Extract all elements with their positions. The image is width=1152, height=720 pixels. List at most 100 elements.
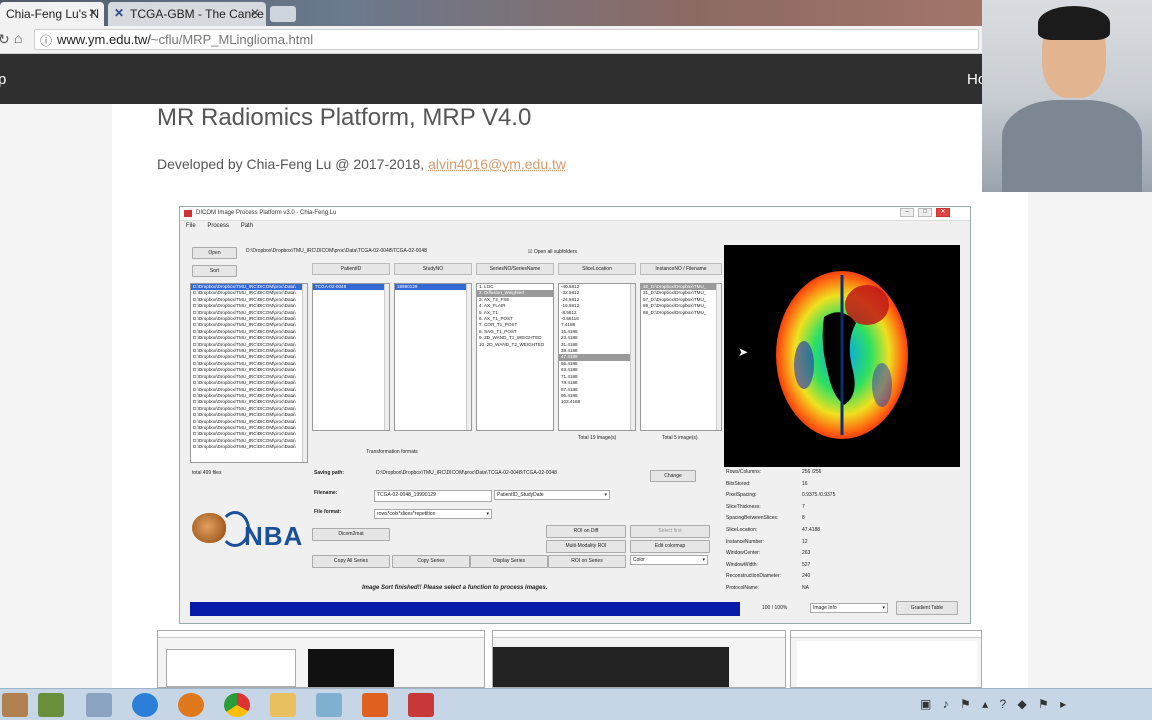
info-key: WindowWidth: bbox=[726, 561, 758, 568]
list-item[interactable]: D:\Dropbox\Dropbox\TMU_IRC\DICOM\proc\Da… bbox=[191, 322, 307, 328]
image-info-select[interactable]: Image Info ▾ bbox=[810, 603, 888, 613]
reload-icon[interactable]: ↻ bbox=[0, 31, 10, 48]
maximize-icon[interactable]: □ bbox=[918, 208, 932, 217]
roi-on-series-button[interactable]: ROI on Series bbox=[548, 555, 626, 568]
home-icon[interactable]: ⌂ bbox=[14, 30, 22, 46]
color-select[interactable]: Color ▾ bbox=[630, 555, 708, 565]
gradient-table-button[interactable]: Gradient Table bbox=[896, 601, 958, 615]
list-item[interactable]: D:\Dropbox\Dropbox\TMU_IRC\DICOM\proc\Da… bbox=[191, 335, 307, 341]
chevron-down-icon: ▾ bbox=[702, 557, 705, 563]
webcam-overlay bbox=[982, 0, 1152, 192]
open-button[interactable]: Open bbox=[192, 247, 237, 259]
tab-chia-feng-lu[interactable]: Chia-Feng Lu's N ✕ bbox=[0, 2, 104, 26]
patient-scrollbar[interactable] bbox=[384, 284, 389, 430]
close-tab-icon[interactable]: ✕ bbox=[88, 6, 98, 20]
edit-colormap-button[interactable]: Edit colormap bbox=[630, 540, 710, 553]
list-item[interactable]: 103.4188 bbox=[559, 399, 635, 405]
list-item[interactable]: 88_D:\Dropbox\Dropbox\TMU_ bbox=[641, 310, 721, 316]
transformation-formats: Transformation formats bbox=[312, 447, 472, 459]
info-value: 263 bbox=[802, 550, 811, 557]
files-list[interactable]: D:\Dropbox\Dropbox\TMU_IRC\DICOM\proc\Da… bbox=[190, 283, 308, 463]
list-item[interactable]: D:\Dropbox\Dropbox\TMU_IRC\DICOM\proc\Da… bbox=[191, 387, 307, 393]
close-window-icon[interactable]: ✕ bbox=[936, 208, 950, 217]
mri-image-panel[interactable]: ➤ bbox=[724, 245, 960, 467]
matlab-icon bbox=[184, 210, 192, 217]
email-link[interactable]: alvin4016@ym.edu.tw bbox=[428, 156, 566, 172]
menu-path[interactable]: Path bbox=[241, 223, 253, 229]
copy-all-series-button[interactable]: Copy All Series bbox=[312, 555, 390, 568]
image-info-value: Image Info bbox=[813, 605, 837, 611]
col-patientid: PatientID bbox=[312, 263, 390, 275]
info-value: 527 bbox=[802, 561, 811, 568]
filename-format-select[interactable]: PatientID_StudyDate ▾ bbox=[494, 490, 610, 500]
list-item[interactable]: D:\Dropbox\Dropbox\TMU_IRC\DICOM\proc\Da… bbox=[191, 380, 307, 386]
list-item[interactable]: D:\Dropbox\Dropbox\TMU_IRC\DICOM\proc\Da… bbox=[191, 412, 307, 418]
presenter-hair bbox=[1038, 6, 1110, 40]
progress-text: 100 / 100% bbox=[762, 605, 788, 611]
saving-path-value: D:\Dropbox\Dropbox\TMU_IRC\DICOM\proc\Da… bbox=[376, 470, 557, 476]
files-scrollbar[interactable] bbox=[302, 284, 307, 462]
study-list[interactable]: 19990129 bbox=[394, 283, 472, 431]
list-item[interactable]: D:\Dropbox\Dropbox\TMU_IRC\DICOM\proc\Da… bbox=[191, 367, 307, 373]
fileformat-value: rows*cols*slices*repetition bbox=[377, 511, 436, 517]
copy-series-button[interactable]: Copy Series bbox=[392, 555, 470, 568]
list-item[interactable]: D:\Dropbox\Dropbox\TMU_IRC\DICOM\proc\Da… bbox=[191, 399, 307, 405]
list-item[interactable]: D:\Dropbox\Dropbox\TMU_IRC\DICOM\proc\Da… bbox=[191, 419, 307, 425]
menu-file[interactable]: File bbox=[186, 223, 196, 229]
record-icon[interactable] bbox=[408, 693, 434, 717]
instance-list[interactable]: 32_D:\Dropbox\Dropbox\TMU_ 31_D:\Dropbox\… bbox=[640, 283, 722, 431]
list-item[interactable]: D:\Dropbox\Dropbox\TMU_IRC\DICOM\proc\Da… bbox=[191, 290, 307, 296]
system-tray[interactable]: ▣ ♪ ⚑ ▴ ? ◆ ⚑ ▸ bbox=[920, 697, 1150, 713]
calculator-icon[interactable] bbox=[86, 693, 112, 717]
thumb-list bbox=[166, 649, 296, 687]
list-item[interactable]: 9. 3D_WAND_T1_WEIGHTED bbox=[477, 335, 553, 341]
slice-list[interactable]: -40.5812 -32.5812 -24.5812 -16.5812 -8.5812-… bbox=[558, 283, 636, 431]
col-instance: InstanceNO / Filename bbox=[640, 263, 722, 275]
list-item[interactable]: 19990129 bbox=[395, 284, 471, 291]
patient-list[interactable]: TCGA-02-0048 bbox=[312, 283, 390, 431]
fileformat-select[interactable]: rows*cols*slices*repetition ▾ bbox=[374, 509, 492, 519]
series-list[interactable]: 1. LOC 2. Diffusion_Weighted 3. AX_T2_FSE 4… bbox=[476, 283, 554, 431]
minimize-icon[interactable]: – bbox=[900, 208, 914, 217]
ie-icon[interactable] bbox=[132, 693, 158, 717]
change-button[interactable]: Change bbox=[650, 470, 696, 482]
page-subtitle: Developed by Chia-Feng Lu @ 2017-2018, a… bbox=[157, 156, 566, 172]
path-field[interactable]: D:\Dropbox\Dropbox\TMU_IRC\DICOM\proc\Da… bbox=[244, 247, 520, 258]
chrome-icon[interactable] bbox=[224, 693, 250, 717]
sort-button[interactable]: Sort bbox=[192, 265, 237, 277]
new-tab-button[interactable] bbox=[270, 6, 296, 22]
paint-icon[interactable] bbox=[38, 693, 64, 717]
menu-process[interactable]: Process bbox=[207, 223, 229, 229]
multi-modality-roi-button[interactable]: Multi-Modality ROI bbox=[546, 540, 626, 553]
list-item[interactable]: D:\Dropbox\Dropbox\TMU_IRC\DICOM\proc\Da… bbox=[191, 354, 307, 360]
window-icon[interactable] bbox=[316, 693, 342, 717]
total-files: total 499 files bbox=[192, 470, 222, 476]
open-all-subfolders[interactable]: ☑ Open all subfolders bbox=[528, 249, 577, 255]
info-value: 240 bbox=[802, 573, 811, 580]
instance-scrollbar[interactable] bbox=[716, 284, 721, 430]
matlab-taskbar-icon[interactable] bbox=[362, 693, 388, 717]
list-item[interactable]: D:\Dropbox\Dropbox\TMU_IRC\DICOM\proc\Da… bbox=[191, 303, 307, 309]
filename-input[interactable]: TCGA-02-0048_19990129 bbox=[374, 490, 492, 502]
url-input[interactable]: ⓘ www.ym.edu.tw/~cflu/MRP_MLinglioma.htm… bbox=[34, 29, 979, 50]
url-path: ~cflu/MRP_MLinglioma.html bbox=[150, 32, 314, 47]
tab-tcga-gbm[interactable]: ✕ TCGA-GBM - The Cance ✕ bbox=[108, 2, 266, 26]
favicon-icon: ✕ bbox=[114, 6, 125, 20]
slice-scrollbar[interactable] bbox=[630, 284, 635, 430]
nav-left-fragment[interactable]: p bbox=[0, 71, 6, 88]
study-scrollbar[interactable] bbox=[466, 284, 471, 430]
app-icon[interactable] bbox=[2, 693, 28, 717]
list-item[interactable]: D:\Dropbox\Dropbox\TMU_IRC\DICOM\proc\Da… bbox=[191, 431, 307, 437]
list-item[interactable]: D:\Dropbox\Dropbox\TMU_IRC\DICOM\proc\Da… bbox=[191, 444, 307, 450]
list-item[interactable]: 10. 2D_WAND_T2_WEIGHTED bbox=[477, 342, 553, 348]
dicom2mat-button[interactable]: Dicom2mat bbox=[312, 528, 390, 541]
close-tab-icon[interactable]: ✕ bbox=[250, 6, 260, 20]
firefox-icon[interactable] bbox=[178, 693, 204, 717]
select-first-button[interactable]: Select first bbox=[630, 525, 710, 538]
mouse-cursor-icon: ➤ bbox=[738, 345, 749, 359]
display-series-button[interactable]: Display Series bbox=[470, 555, 548, 568]
file-explorer-icon[interactable] bbox=[270, 693, 296, 717]
list-item[interactable]: TCGA-02-0048 bbox=[313, 284, 389, 291]
info-value: NA bbox=[802, 585, 809, 591]
roi-on-diff-button[interactable]: ROI on Diff bbox=[546, 525, 626, 538]
